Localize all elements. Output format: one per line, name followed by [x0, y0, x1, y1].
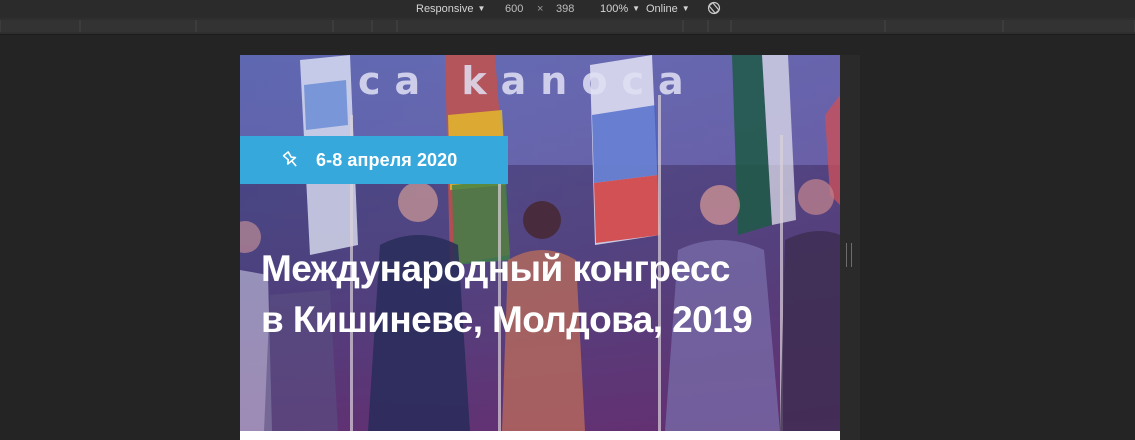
backdrop-sign-text: ca kanoca — [358, 59, 698, 103]
device-toolbar: Responsive ▼ 600 × 398 100% ▼ Online ▼ — [0, 0, 1135, 18]
media-query-segment[interactable] — [397, 20, 683, 32]
pushpin-icon — [282, 151, 297, 167]
content-card-top — [240, 431, 840, 440]
hero-title: Международный конгресс в Кишиневе, Молдо… — [261, 243, 836, 345]
media-query-segment[interactable] — [683, 20, 708, 32]
media-query-segment[interactable] — [372, 20, 397, 32]
media-query-segment[interactable] — [731, 20, 885, 32]
event-date: 6-8 апреля 2020 — [316, 149, 458, 170]
dimension-separator: × — [537, 3, 544, 15]
chevron-down-icon: ▼ — [477, 4, 486, 13]
media-query-segment[interactable] — [196, 20, 333, 32]
rotate-icon[interactable] — [707, 1, 721, 15]
event-date-badge: 6-8 апреля 2020 — [240, 136, 508, 184]
media-query-segment[interactable] — [1003, 20, 1135, 32]
hero-title-line: Международный конгресс — [261, 248, 730, 289]
zoom-dropdown[interactable]: 100% ▼ — [600, 1, 640, 17]
chevron-down-icon: ▼ — [681, 4, 690, 13]
media-query-segment[interactable] — [885, 20, 1003, 32]
network-throttle-dropdown[interactable]: Online ▼ — [646, 1, 690, 17]
chevron-down-icon: ▼ — [632, 4, 641, 13]
media-query-segment[interactable] — [333, 20, 372, 32]
media-query-bar — [0, 18, 1135, 35]
viewport-width-input[interactable]: 600 — [505, 1, 523, 17]
hero-banner: ca kanoca 6-8 апреля 2020 Международный … — [240, 55, 840, 431]
zoom-label: 100% — [600, 3, 629, 15]
viewport-resize-handle[interactable] — [846, 243, 852, 267]
media-query-segment[interactable] — [80, 20, 196, 32]
media-query-segment[interactable] — [708, 20, 731, 32]
viewport-height-input[interactable]: 398 — [556, 1, 574, 17]
hero-title-line: в Кишиневе, Молдова, 2019 — [261, 299, 753, 340]
media-query-segment[interactable] — [0, 20, 80, 32]
device-mode-dropdown[interactable]: Responsive ▼ — [416, 1, 485, 17]
network-label: Online — [646, 3, 678, 15]
device-mode-label: Responsive — [416, 3, 474, 15]
